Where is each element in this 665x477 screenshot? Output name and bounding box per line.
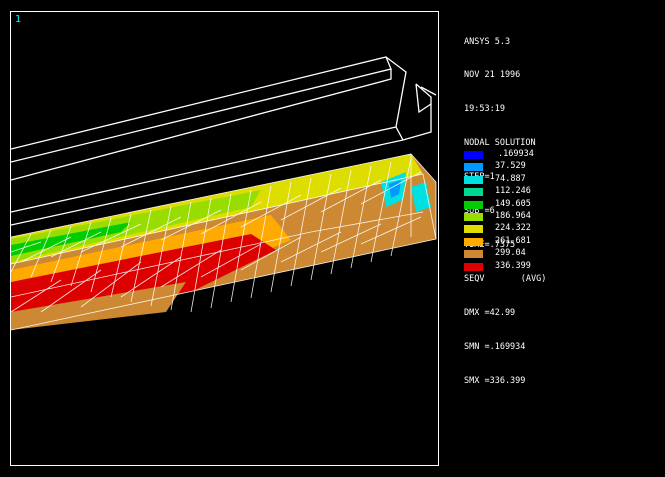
legend-value: 336.399 bbox=[495, 260, 531, 271]
legend-swatch bbox=[464, 262, 483, 271]
product-label: ANSYS 5.3 bbox=[464, 36, 511, 47]
legend-value: 74.887 bbox=[495, 173, 526, 184]
legend-swatch bbox=[464, 188, 483, 197]
date-label: NOV 21 1996 bbox=[464, 70, 521, 81]
legend-value: 299.04 bbox=[495, 248, 526, 259]
legend-swatch bbox=[464, 175, 483, 184]
legend-value: 186.964 bbox=[495, 210, 531, 221]
avg-label: (AVG) bbox=[520, 273, 547, 284]
dmx-label: DMX =42.99 bbox=[464, 307, 516, 318]
smn-label: SMN =.169934 bbox=[464, 341, 526, 352]
legend-swatch bbox=[464, 200, 483, 209]
legend-swatch bbox=[464, 151, 483, 159]
time-label: 19:53:19 bbox=[464, 104, 505, 115]
legend-swatch bbox=[464, 250, 483, 259]
legend-value: 149.605 bbox=[495, 198, 531, 209]
stress-contour-bands bbox=[11, 154, 436, 330]
item-label-row: SEQV (AVG) bbox=[464, 274, 546, 285]
legend-value: 112.246 bbox=[495, 186, 531, 197]
smx-label: SMX =336.399 bbox=[464, 375, 526, 386]
legend-value: 37.529 bbox=[495, 161, 526, 172]
legend-value: .169934 bbox=[498, 149, 534, 159]
legend-value: 261.681 bbox=[495, 235, 531, 246]
legend-swatch bbox=[464, 225, 483, 234]
item-label: SEQV bbox=[464, 273, 485, 284]
legend-value: 224.322 bbox=[495, 223, 531, 234]
legend-swatch bbox=[464, 212, 483, 221]
solution-type-label: NODAL SOLUTION bbox=[464, 138, 536, 149]
legend-swatch bbox=[464, 163, 483, 172]
legend-swatch bbox=[464, 237, 483, 246]
graphics-viewport[interactable]: 1 bbox=[10, 11, 439, 466]
beam-model bbox=[11, 56, 437, 331]
